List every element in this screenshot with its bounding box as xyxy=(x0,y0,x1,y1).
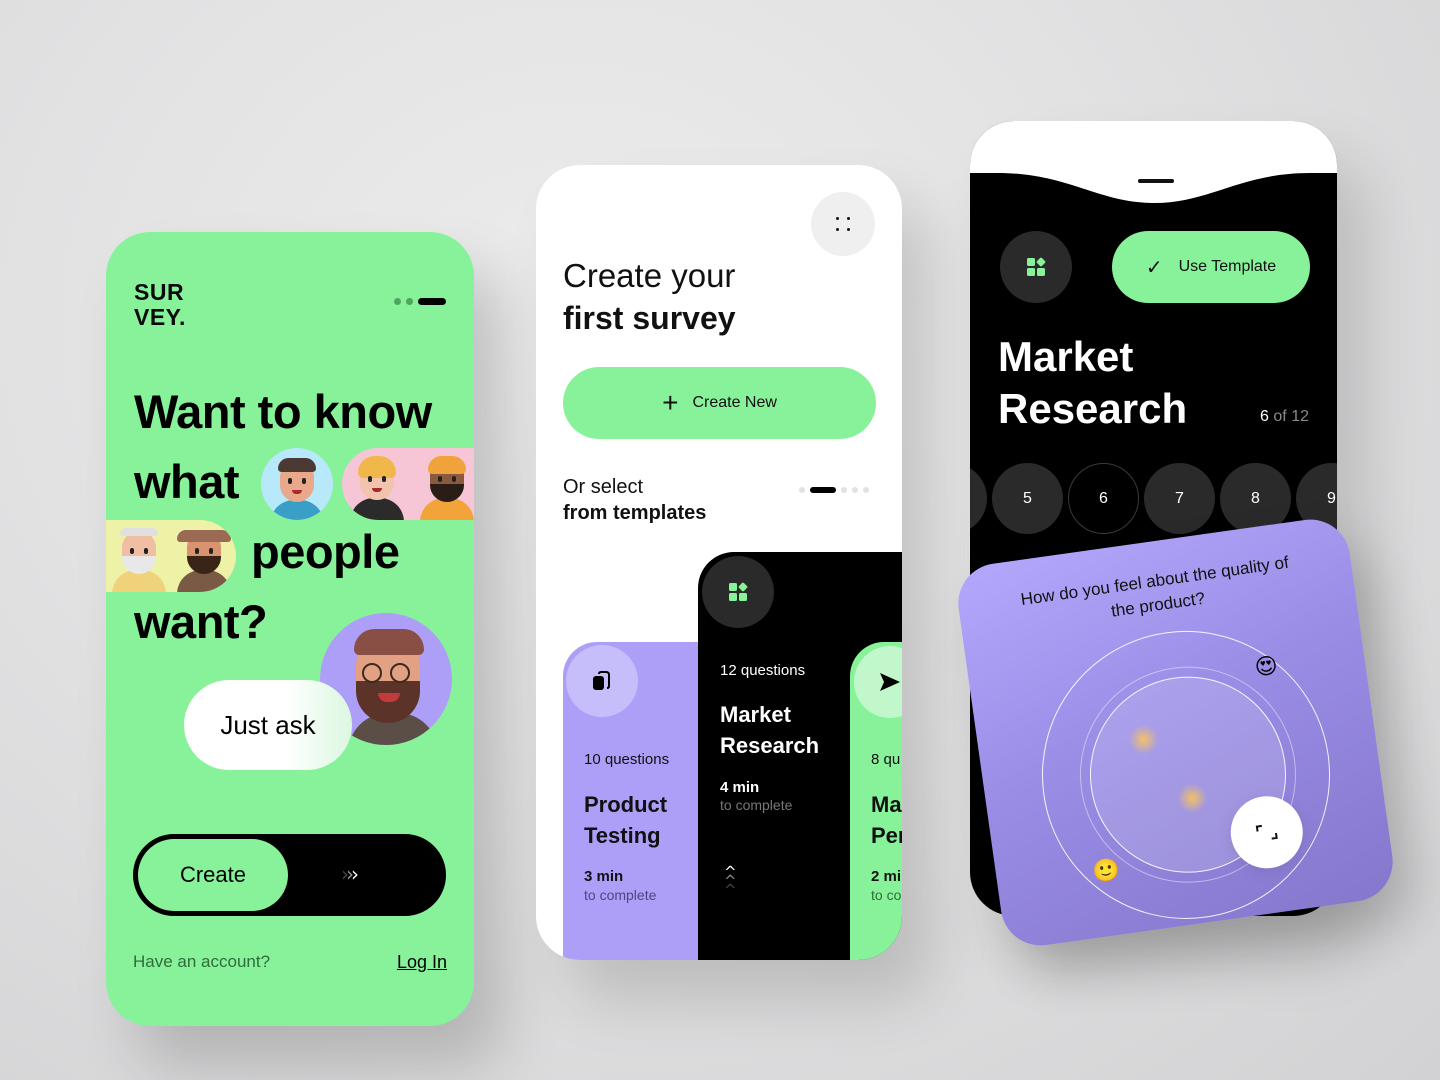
template-title: Market Research xyxy=(998,333,1188,432)
sheet-top-curve xyxy=(970,121,1337,203)
pager-dot[interactable] xyxy=(841,487,847,493)
create-new-button[interactable]: + Create New xyxy=(563,367,876,439)
widgets-icon xyxy=(702,556,774,628)
avatar-group-pink xyxy=(342,448,474,520)
check-icon: ✓ xyxy=(1145,255,1163,279)
template-name: MaPer xyxy=(871,792,902,848)
template-name: Product Testing xyxy=(584,792,668,848)
pager-dot[interactable] xyxy=(863,487,869,493)
plus-icon: + xyxy=(662,387,679,418)
create-new-label: Create New xyxy=(692,394,777,411)
avatar-group-yellow xyxy=(106,520,236,592)
template-card-partial[interactable]: 8 qu MaPer 2 mi to co xyxy=(850,642,902,960)
template-question-count: 12 questions xyxy=(720,662,806,679)
template-question-count: 8 qu xyxy=(871,751,901,768)
headline-line-3: people xyxy=(251,525,400,578)
have-account-text: Have an account? xyxy=(133,952,271,971)
heart-eyes-emoji-icon[interactable]: 😍 xyxy=(1253,653,1279,681)
question-number-active[interactable]: 6 xyxy=(1068,463,1139,534)
drag-handle[interactable] xyxy=(1138,179,1174,183)
pager-dot-active[interactable] xyxy=(810,487,836,493)
headline-line-1: Want to know xyxy=(134,385,432,438)
logo-line-1: SUR xyxy=(134,279,185,305)
use-template-button[interactable]: ✓ Use Template xyxy=(1112,231,1310,303)
onboarding-pager[interactable] xyxy=(394,298,446,305)
question-number[interactable]: 4 xyxy=(970,463,987,534)
widgets-icon xyxy=(1027,257,1046,276)
pager-dot-active[interactable] xyxy=(418,298,446,305)
from-templates-text: from templates xyxy=(563,502,707,524)
app-logo: SUR VEY. xyxy=(134,280,186,330)
pager-dot[interactable] xyxy=(406,298,413,305)
send-icon xyxy=(854,646,902,718)
logo-line-2: VEY. xyxy=(134,304,186,330)
template-name: Market Research xyxy=(720,702,820,758)
swipe-up-chevrons-icon[interactable]: ^ ^ ^ xyxy=(724,865,737,898)
copy-icon xyxy=(566,645,638,717)
template-duration: 4 min xyxy=(720,779,760,796)
avatar-hat-man xyxy=(175,526,233,592)
or-select-text: Or select xyxy=(563,476,644,498)
avatar-doctor xyxy=(261,448,333,520)
slide-arrows-icon: ››› xyxy=(341,862,359,886)
expand-icon xyxy=(1255,824,1278,840)
avatar-woman xyxy=(348,454,406,520)
template-duration-caption: to complete xyxy=(584,887,657,903)
four-dots-icon xyxy=(836,217,850,231)
avatar-old-man xyxy=(110,526,168,592)
menu-button[interactable] xyxy=(811,192,875,256)
use-template-label: Use Template xyxy=(1178,258,1277,275)
headline-line-4: want? xyxy=(134,595,268,648)
page-title-bold: first survey xyxy=(563,300,736,336)
avatar-turban-man xyxy=(418,454,474,520)
login-link[interactable]: Log In xyxy=(397,952,447,973)
pager-dot[interactable] xyxy=(394,298,401,305)
templates-pager[interactable] xyxy=(799,487,869,493)
create-slider[interactable]: Create ››› xyxy=(133,834,446,916)
question-number[interactable]: 5 xyxy=(992,463,1063,534)
template-icon-button[interactable] xyxy=(1000,231,1072,303)
question-progress: 6 of 12 xyxy=(1260,408,1309,425)
pager-dot[interactable] xyxy=(852,487,858,493)
welcome-screen: SUR VEY. Want to know what people want? xyxy=(106,232,474,1026)
pager-dot[interactable] xyxy=(799,487,805,493)
survey-question-card: How do you feel about the quality of the… xyxy=(953,514,1398,951)
template-duration: 3 min xyxy=(584,868,624,885)
template-duration-caption: to co xyxy=(871,887,902,903)
page-title-light: Create your xyxy=(563,257,736,294)
create-survey-screen: Create your first survey + Create New Or… xyxy=(536,165,902,960)
smile-emoji-icon[interactable]: 🙂 xyxy=(1091,857,1122,886)
headline-line-2: what xyxy=(134,455,240,508)
question-number[interactable]: 7 xyxy=(1144,463,1215,534)
template-duration-caption: to complete xyxy=(720,797,793,813)
template-duration: 2 mi xyxy=(871,868,902,885)
question-text: How do you feel about the quality of the… xyxy=(1019,552,1290,621)
create-slider-knob[interactable]: Create xyxy=(138,839,288,911)
template-question-count: 10 questions xyxy=(584,751,670,768)
just-ask-bubble: Just ask xyxy=(184,680,352,770)
